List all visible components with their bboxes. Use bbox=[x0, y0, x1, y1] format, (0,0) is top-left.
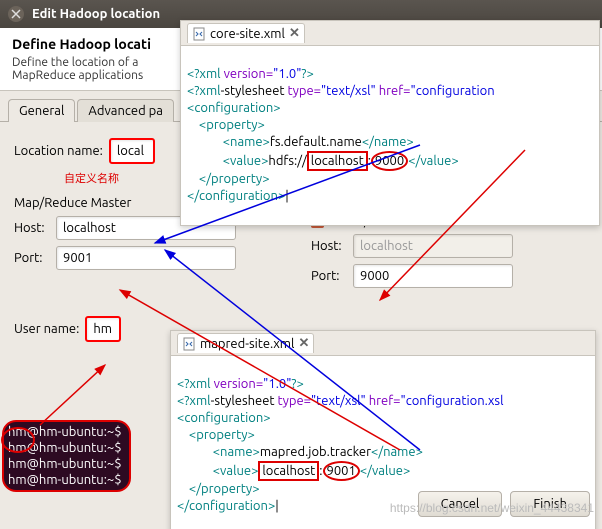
editor-tab-core-site[interactable]: core-site.xml ✕ bbox=[187, 23, 305, 43]
terminal-line: hm@hm-ubuntu:~$ bbox=[8, 472, 125, 488]
dfs-host-input bbox=[353, 234, 513, 258]
xml-file-icon bbox=[192, 27, 206, 41]
editor-core-site: core-site.xml ✕ <?xml version="1.0"?> <?… bbox=[180, 20, 600, 226]
dfs-port-label: Port: bbox=[311, 269, 347, 283]
mr-port-input[interactable] bbox=[56, 246, 236, 270]
mr-port-label: Port: bbox=[14, 251, 50, 265]
close-icon[interactable]: ✕ bbox=[289, 26, 300, 41]
dfs-port-input[interactable] bbox=[353, 264, 513, 288]
editor-code[interactable]: <?xml version="1.0"?> <?xml-stylesheet t… bbox=[181, 46, 599, 225]
location-name-label: Location name: bbox=[14, 144, 103, 158]
mr-host-label: Host: bbox=[14, 221, 50, 235]
watermark: https://blog.csdn.net/weixin_44438341 bbox=[390, 501, 594, 515]
editor-tab-label: core-site.xml bbox=[210, 27, 285, 41]
dfs-host-label: Host: bbox=[311, 239, 347, 253]
editor-tab-label: mapred-site.xml bbox=[200, 337, 294, 351]
close-icon[interactable]: ✕ bbox=[298, 336, 309, 351]
editor-tab-mapred-site[interactable]: mapred-site.xml ✕ bbox=[177, 333, 314, 353]
xml-file-icon bbox=[182, 337, 196, 351]
window-title: Edit Hadoop location bbox=[32, 7, 160, 21]
user-name-input[interactable] bbox=[85, 316, 121, 342]
terminal-line: hm@hm-ubuntu:~$ bbox=[8, 456, 125, 472]
terminal: hm@hm-ubuntu:~$ hm@hm-ubuntu:~$ hm@hm-ub… bbox=[2, 420, 131, 492]
terminal-line: hm@hm-ubuntu:~$ bbox=[8, 440, 125, 456]
terminal-line: hm@hm-ubuntu:~$ bbox=[8, 424, 125, 440]
close-icon[interactable] bbox=[8, 6, 24, 22]
tab-advanced[interactable]: Advanced pa bbox=[77, 99, 174, 122]
location-name-input[interactable] bbox=[109, 138, 155, 164]
tab-general[interactable]: General bbox=[8, 99, 75, 122]
user-name-label: User name: bbox=[14, 322, 79, 336]
